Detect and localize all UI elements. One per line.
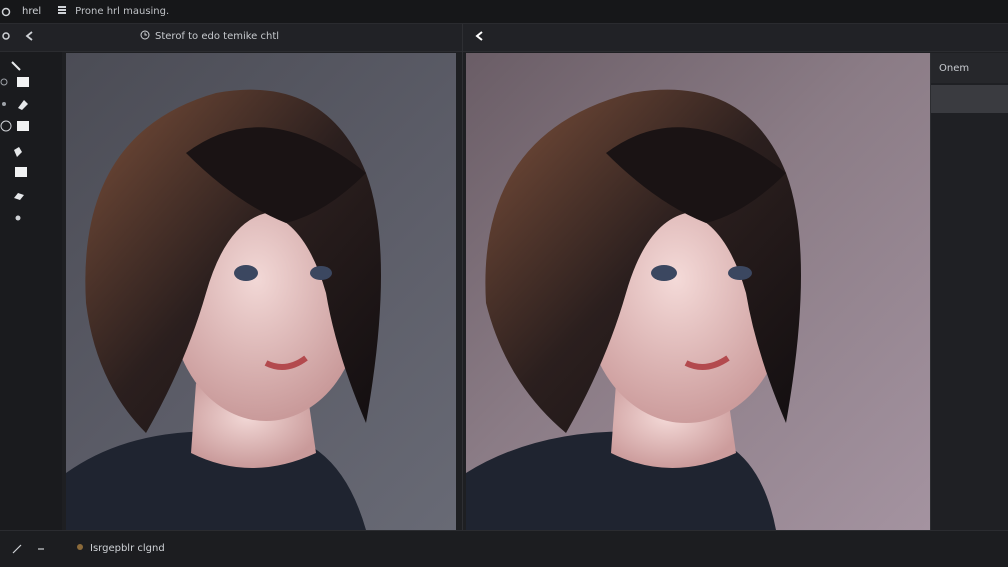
fill-tool-icon[interactable] (12, 146, 24, 158)
eraser-tool-icon[interactable] (12, 190, 26, 202)
status-indicator: Sterof to edo temike chtl (140, 30, 279, 43)
window-title: Prone hrl mausing. (75, 6, 170, 17)
gear-icon[interactable] (0, 30, 12, 45)
bottom-bar: Isrgepblr clgnd (0, 530, 1008, 567)
right-panel-slot[interactable] (931, 85, 1008, 113)
dot-tool-icon[interactable] (0, 100, 8, 108)
dash-icon[interactable] (36, 544, 46, 557)
circle-tool-icon[interactable] (0, 78, 8, 86)
back-arrow-icon[interactable] (24, 30, 36, 45)
rect-tool-icon[interactable] (16, 120, 30, 132)
clock-icon (140, 30, 150, 43)
sub-toolbar: Sterof to edo temike chtl (0, 24, 1008, 52)
right-image-canvas[interactable] (466, 53, 930, 530)
pen-tool-icon[interactable] (16, 98, 30, 110)
menu-label[interactable]: hrel (22, 6, 41, 17)
pencil-icon[interactable] (12, 544, 22, 557)
square-tool-icon[interactable] (16, 76, 30, 88)
portrait-image-left (66, 89, 381, 530)
left-image-canvas[interactable] (66, 53, 456, 530)
status-text: Sterof to edo temike chtl (155, 31, 280, 42)
app-logo-icon[interactable] (0, 6, 12, 18)
brush-tool-icon[interactable] (10, 60, 22, 72)
tool-sidebar (0, 52, 62, 530)
left-tools (0, 30, 36, 45)
portrait-image-right (466, 89, 801, 530)
small-dot-icon[interactable] (14, 214, 22, 222)
layer-tool-icon[interactable] (14, 166, 28, 178)
ring-tool-icon[interactable] (0, 120, 12, 132)
bottom-info: Isrgepblr clgnd (76, 543, 165, 554)
dot-icon (76, 543, 84, 554)
grid-icon[interactable] (57, 5, 67, 18)
back-arrow-icon-2[interactable] (474, 30, 486, 45)
top-bar: hrel Prone hrl mausing. (0, 0, 1008, 24)
bottom-info-text: Isrgepblr clgnd (90, 543, 165, 554)
right-panel-header[interactable]: Onem (931, 53, 1008, 83)
right-panel: Onem (930, 53, 1008, 530)
bottom-left-tools (12, 544, 46, 557)
panel-divider (462, 24, 463, 530)
